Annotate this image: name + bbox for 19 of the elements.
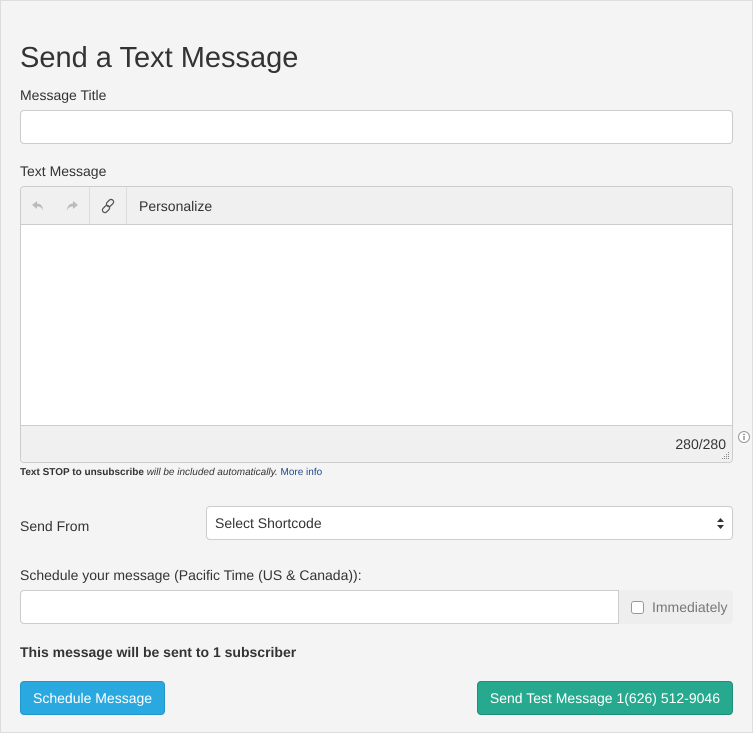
immediately-checkbox[interactable]: Immediately — [619, 590, 733, 624]
character-counter: 280/280 — [675, 436, 726, 452]
schedule-field[interactable] — [20, 590, 619, 624]
title-field[interactable] — [20, 110, 733, 144]
field-label: Text Message — [20, 163, 106, 179]
unsubscribe-note: Text STOP to unsubscribe will be included automatically. More info — [20, 467, 322, 478]
info-icon[interactable] — [738, 431, 750, 443]
undo-icon — [31, 200, 45, 212]
field-label: Schedule your message (Pacific Time (US & Canada)): — [20, 567, 362, 583]
personalize-button[interactable]: Personalize — [127, 187, 224, 224]
field-label: Message Title — [20, 87, 106, 103]
link-icon — [100, 198, 116, 214]
dropdown-arrows-icon — [717, 518, 724, 528]
recipient-summary: This message will be sent to 1 subscriber — [20, 644, 296, 660]
shortcode-select[interactable]: Select Shortcode — [206, 506, 733, 540]
page-title: Send a Text Message — [20, 41, 298, 76]
redo-icon — [65, 200, 79, 212]
more-info-link[interactable]: More info — [280, 467, 322, 478]
field-label: Send From — [20, 517, 90, 534]
